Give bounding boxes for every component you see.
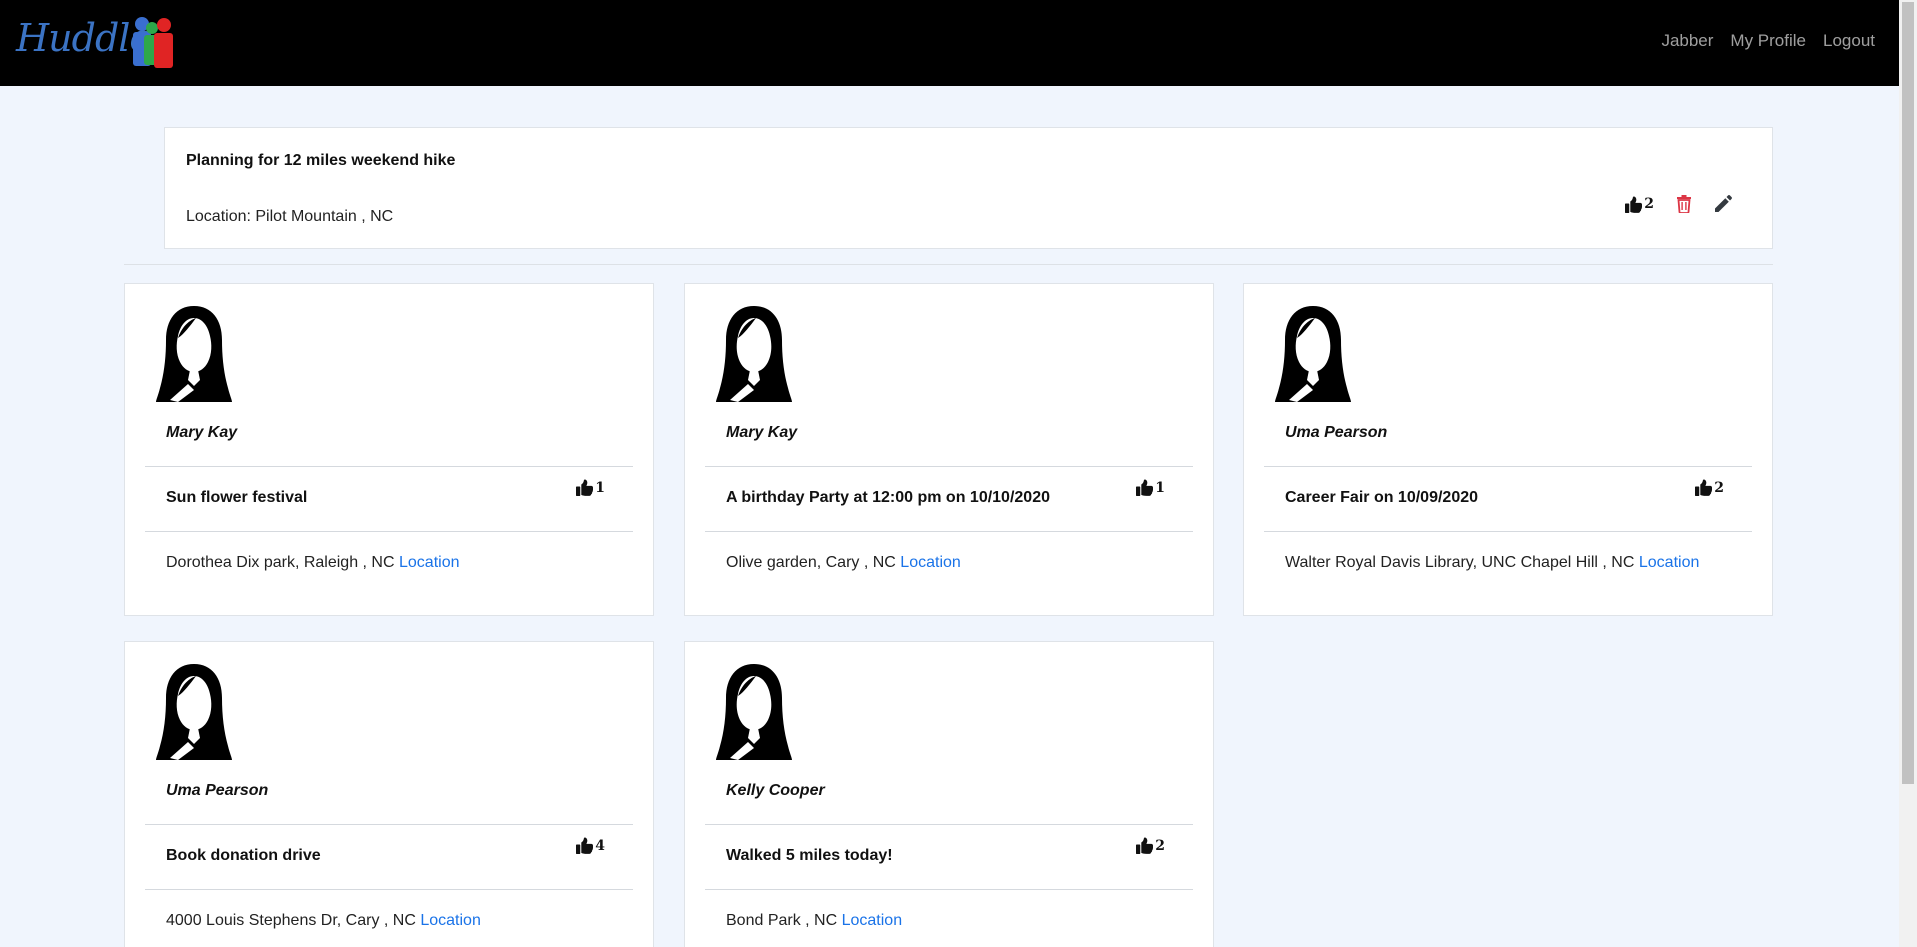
nav-my-profile[interactable]: My Profile — [1730, 31, 1806, 51]
nav-links: Jabber My Profile Logout — [1661, 31, 1875, 51]
thumbs-up-icon — [1136, 479, 1153, 496]
female-avatar-icon — [714, 304, 794, 402]
female-avatar-icon — [154, 662, 234, 760]
divider — [145, 824, 633, 825]
like-count: 4 — [595, 837, 605, 854]
thumbs-up-icon — [576, 479, 593, 496]
post-author: Uma Pearson — [1285, 424, 1388, 441]
post-author: Uma Pearson — [166, 782, 269, 799]
post-title: Walked 5 miles today! — [726, 847, 893, 864]
female-avatar-icon — [714, 662, 794, 760]
main-post-card: Planning for 12 miles weekend hike Locat… — [164, 127, 1773, 249]
post-like-button[interactable]: 1 — [1136, 479, 1165, 496]
post-like-button[interactable]: 1 — [576, 479, 605, 496]
people-logo-icon — [133, 17, 173, 68]
post-like-button[interactable]: 2 — [1695, 479, 1724, 496]
thumbs-up-icon — [1625, 196, 1642, 213]
female-avatar-icon — [154, 304, 234, 402]
post-location-text: 4000 Louis Stephens Dr, Cary , NC — [166, 912, 416, 929]
post-title: Career Fair on 10/09/2020 — [1285, 489, 1479, 506]
scrollbar-thumb[interactable] — [1902, 2, 1914, 784]
divider — [124, 264, 1773, 265]
divider — [705, 824, 1193, 825]
location-link[interactable]: Location — [842, 912, 903, 929]
location-link[interactable]: Location — [900, 554, 961, 571]
navbar: Huddle Jabber My Profile Logout — [0, 0, 1899, 86]
post-card: Mary Kay Sun flower festival 1 Dorothea … — [124, 283, 654, 616]
divider — [145, 531, 633, 532]
post-location-text: Bond Park , NC — [726, 912, 838, 929]
post-author: Mary Kay — [166, 424, 238, 441]
main-post-location: Location: Pilot Mountain , NC — [186, 208, 394, 225]
thumbs-up-icon — [1695, 479, 1712, 496]
post-author: Mary Kay — [726, 424, 798, 441]
post-location: Dorothea Dix park, Raleigh , NC Location — [166, 554, 460, 572]
like-count: 1 — [1155, 479, 1165, 496]
divider — [1264, 531, 1752, 532]
vertical-scrollbar[interactable] — [1899, 0, 1917, 947]
divider — [705, 531, 1193, 532]
post-like-button[interactable]: 2 — [1136, 837, 1165, 854]
post-title: Book donation drive — [166, 847, 321, 864]
like-count: 2 — [1714, 479, 1724, 496]
divider — [705, 889, 1193, 890]
like-count: 2 — [1644, 196, 1654, 212]
like-count: 2 — [1155, 837, 1165, 854]
post-location: Walter Royal Davis Library, UNC Chapel H… — [1285, 554, 1699, 572]
post-location-text: Olive garden, Cary , NC — [726, 554, 896, 571]
post-title: A birthday Party at 12:00 pm on 10/10/20… — [726, 489, 1050, 506]
post-author: Kelly Cooper — [726, 782, 825, 799]
divider — [1264, 466, 1752, 467]
main-post-like-button[interactable]: 2 — [1625, 196, 1654, 213]
pencil-icon[interactable] — [1714, 195, 1732, 213]
post-location: 4000 Louis Stephens Dr, Cary , NC Locati… — [166, 912, 481, 930]
divider — [145, 889, 633, 890]
post-card: Mary Kay A birthday Party at 12:00 pm on… — [684, 283, 1214, 616]
post-location: Bond Park , NC Location — [726, 912, 902, 930]
location-link[interactable]: Location — [399, 554, 460, 571]
post-like-button[interactable]: 4 — [576, 837, 605, 854]
female-avatar-icon — [1273, 304, 1353, 402]
post-location-text: Walter Royal Davis Library, UNC Chapel H… — [1285, 554, 1635, 571]
nav-logout[interactable]: Logout — [1823, 31, 1875, 51]
post-card: Kelly Cooper Walked 5 miles today! 2 Bon… — [684, 641, 1214, 947]
trash-icon[interactable] — [1676, 195, 1692, 213]
main-post-actions: 2 — [1625, 195, 1732, 213]
location-link[interactable]: Location — [420, 912, 481, 929]
post-location: Olive garden, Cary , NC Location — [726, 554, 961, 572]
location-link[interactable]: Location — [1639, 554, 1700, 571]
divider — [705, 466, 1193, 467]
post-card: Uma Pearson Career Fair on 10/09/2020 2 … — [1243, 283, 1773, 616]
brand-logo[interactable]: Huddle — [16, 14, 186, 70]
main-post-title: Planning for 12 miles weekend hike — [186, 152, 456, 169]
post-location-text: Dorothea Dix park, Raleigh , NC — [166, 554, 395, 571]
post-card: Uma Pearson Book donation drive 4 4000 L… — [124, 641, 654, 947]
nav-jabber[interactable]: Jabber — [1661, 31, 1713, 51]
divider — [145, 466, 633, 467]
thumbs-up-icon — [1136, 837, 1153, 854]
thumbs-up-icon — [576, 837, 593, 854]
post-title: Sun flower festival — [166, 489, 308, 506]
like-count: 1 — [595, 479, 605, 496]
